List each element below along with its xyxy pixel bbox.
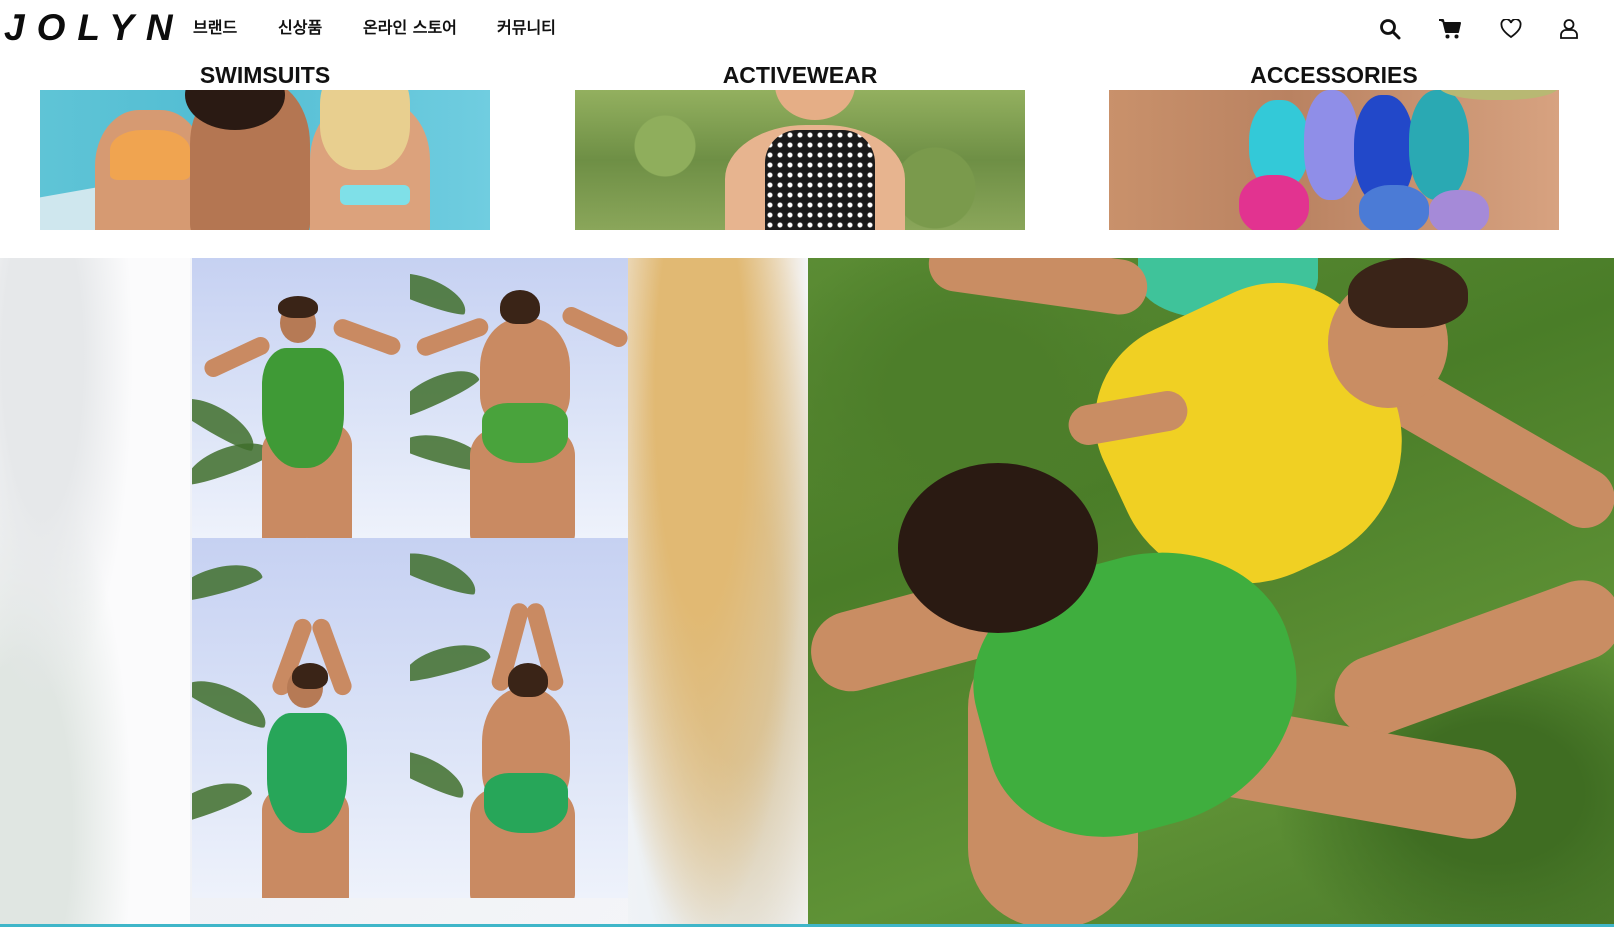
category-swimsuits[interactable]: SWIMSUITS — [40, 60, 490, 230]
category-title: ACCESSORIES — [1250, 62, 1418, 88]
blurred-palm-right — [628, 258, 808, 927]
user-icon[interactable] — [1555, 15, 1583, 43]
nav-item-new-arrivals[interactable]: 신상품 — [278, 17, 322, 39]
heart-icon[interactable] — [1497, 15, 1525, 43]
hero-banner[interactable] — [0, 258, 1614, 927]
activewear-banner-image — [575, 90, 1025, 230]
nav-item-community[interactable]: 커뮤니티 — [497, 17, 556, 39]
site-header: JOLYN 브랜드 신상품 온라인 스토어 커뮤니티 — [0, 0, 1614, 56]
hero-right-photo-lawn — [808, 258, 1614, 927]
search-icon[interactable] — [1376, 15, 1404, 43]
category-title: SWIMSUITS — [199, 62, 331, 88]
nav-item-online-store[interactable]: 온라인 스토어 — [363, 17, 457, 39]
swimsuits-banner-image — [40, 90, 490, 230]
swimsuit-photo-front-flex — [192, 258, 410, 538]
brand-logo[interactable]: JOLYN — [4, 6, 185, 50]
accessories-banner-image — [1109, 90, 1559, 230]
swimsuit-photo-front-arms-up — [192, 538, 410, 898]
category-title: ACTIVEWEAR — [722, 62, 878, 88]
category-activewear[interactable]: ACTIVEWEAR — [575, 60, 1025, 230]
swimsuit-photo-back-arms-up — [410, 538, 628, 898]
category-accessories[interactable]: ACCESSORIES — [1109, 60, 1559, 230]
swimsuit-photo-back-flex — [410, 258, 628, 538]
nav-item-brand[interactable]: 브랜드 — [193, 17, 237, 39]
blurred-palm-left — [0, 258, 190, 927]
hero-left-collage — [0, 258, 808, 927]
cart-icon[interactable] — [1436, 15, 1464, 43]
